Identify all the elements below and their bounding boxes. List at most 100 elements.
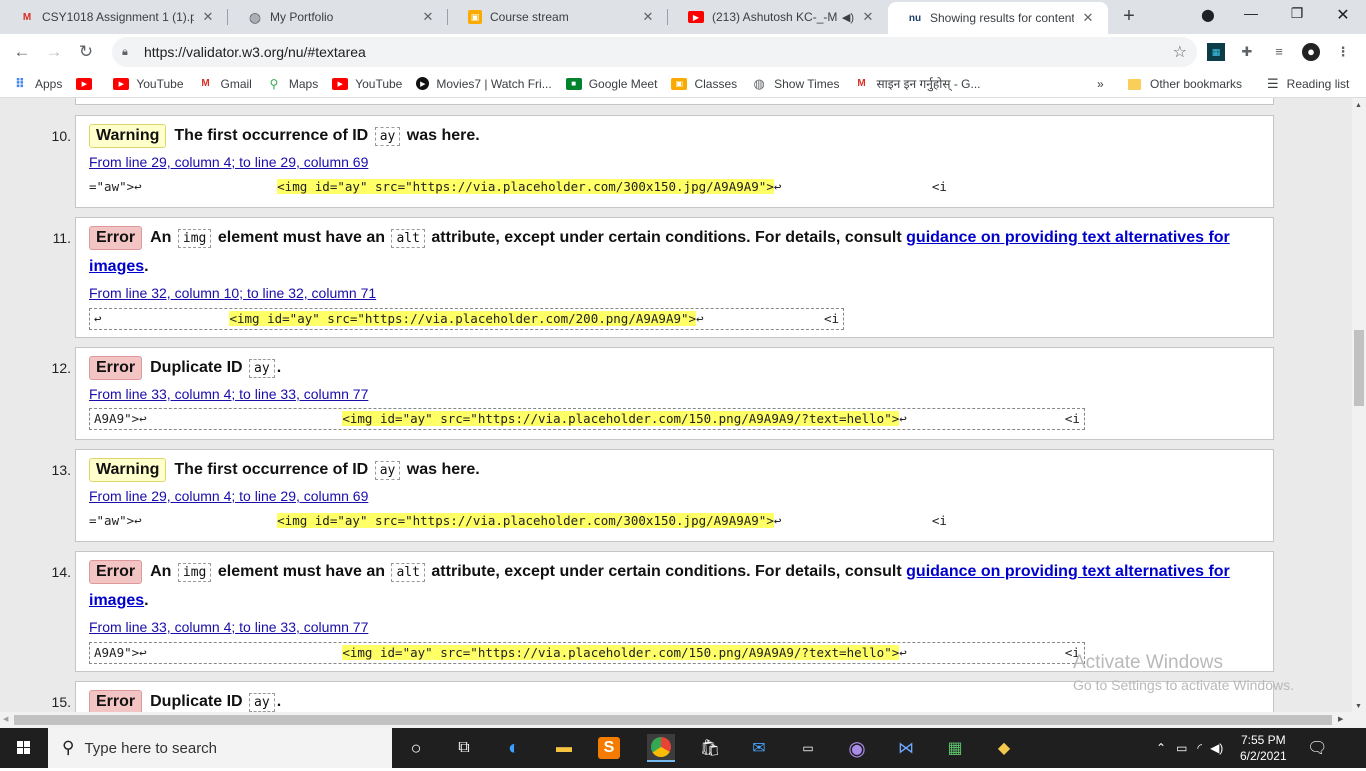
close-icon[interactable]: ✕ <box>640 9 656 25</box>
message-text-part: The first occurrence of ID <box>174 461 369 478</box>
reload-icon[interactable]: ↻ <box>76 42 96 62</box>
avatar[interactable]: ● <box>1302 43 1320 61</box>
tab-title: My Portfolio <box>270 10 334 24</box>
chevron-up-icon[interactable]: ⌃ <box>1156 741 1166 755</box>
youtube-icon: ▶ <box>113 77 130 90</box>
bookmark-gmail-signin[interactable]: M साइन इन गर्नुहोस् - G... <box>853 75 980 92</box>
bookmark-apps[interactable]: ⠿ Apps <box>12 75 62 91</box>
apps-grid-icon: ⠿ <box>14 75 26 91</box>
other-bookmarks[interactable]: Other bookmarks <box>1128 70 1242 98</box>
search-placeholder: Type here to search <box>84 739 218 757</box>
mail-icon[interactable]: ✉ <box>745 734 773 762</box>
clock[interactable]: 7:55 PM 6/2/2021 <box>1233 732 1293 764</box>
bookmark-label: Classes <box>694 76 738 91</box>
bookmark-youtube[interactable]: ▶ YouTube <box>113 77 184 91</box>
scroll-down-arrow-icon[interactable]: ▼ <box>1355 703 1362 710</box>
file-explorer-icon[interactable]: ▬ <box>550 734 578 762</box>
location-link[interactable]: From line 29, column 4; to line 29, colu… <box>89 488 368 504</box>
back-arrow-icon[interactable]: ← <box>12 42 32 62</box>
terminal-icon[interactable]: ▭ <box>794 734 822 762</box>
close-icon[interactable]: ✕ <box>200 9 216 25</box>
scroll-left-arrow-icon[interactable]: ◀ <box>3 715 8 723</box>
url-input[interactable] <box>144 44 1044 60</box>
bookmark-movies7[interactable]: ▶ Movies7 | Watch Fri... <box>416 77 552 91</box>
new-tab-button[interactable]: + <box>1119 6 1139 27</box>
close-window-button[interactable]: ✕ <box>1323 5 1363 25</box>
bookmark-star-icon[interactable]: ☆ <box>1173 42 1187 62</box>
reading-list[interactable]: ☰ Reading list <box>1267 70 1349 98</box>
horizontal-scrollbar[interactable]: ◀ ▶ <box>0 712 1366 728</box>
lock-icon[interactable]: 🔒︎ <box>122 46 134 59</box>
tab-course-stream[interactable]: ▣ Course stream ✕ <box>448 0 668 34</box>
bookmark-gmail[interactable]: M Gmail <box>198 77 252 91</box>
close-icon[interactable]: ✕ <box>1080 10 1096 26</box>
cortana-icon[interactable]: ○ <box>402 734 430 762</box>
restore-button[interactable]: ❐ <box>1277 5 1317 22</box>
windows-logo-icon <box>17 741 30 754</box>
location-link[interactable]: From line 33, column 4; to line 33, colu… <box>89 619 368 635</box>
speaker-icon[interactable]: ◀) <box>842 11 854 24</box>
other-bookmarks-label: Other bookmarks <box>1150 77 1243 91</box>
volume-icon[interactable]: ◀) <box>1210 741 1223 755</box>
tab-youtube[interactable]: ▶ (213) Ashutosh KC-_-May ◀) ✕ <box>668 0 888 34</box>
battery-icon[interactable]: ▭ <box>1176 741 1187 755</box>
wifi-icon[interactable]: ◜ <box>1197 741 1202 755</box>
start-button[interactable] <box>0 728 48 768</box>
scroll-up-arrow-icon[interactable]: ▲ <box>1355 102 1362 109</box>
youtube-icon: ▶ <box>332 77 349 90</box>
store-icon[interactable]: 🛍︎ <box>696 734 724 762</box>
task-view-icon[interactable]: ⧉ <box>450 734 478 762</box>
bookmark-show-times[interactable]: ◍ Show Times <box>751 76 840 91</box>
sublime-icon[interactable]: S <box>598 737 620 759</box>
message-text: Error An img element must have an alt att… <box>89 224 1259 281</box>
media-control-icon[interactable]: ≡ <box>1270 43 1288 61</box>
message-number: 13. <box>51 462 71 478</box>
message-number: 12. <box>51 360 71 376</box>
tab-portfolio[interactable]: ◍ My Portfolio ✕ <box>228 0 448 34</box>
bookmark-youtube-icon-only[interactable]: ▶ <box>76 77 99 90</box>
taskbar-search[interactable]: ⚲ Type here to search <box>48 728 392 768</box>
vscode-icon[interactable]: ⋈ <box>892 734 920 762</box>
message-text-part: attribute, except under certain conditio… <box>431 563 902 580</box>
spreadsheet-icon[interactable]: ▦ <box>941 734 969 762</box>
tab-search-icon[interactable]: ⬤ <box>1188 8 1228 22</box>
bookmark-google-meet[interactable]: ■ Google Meet <box>565 77 657 91</box>
notification-icon[interactable]: 🗨︎ <box>1307 738 1327 758</box>
bookmark-label: YouTube <box>355 76 403 91</box>
close-icon[interactable]: ✕ <box>860 9 876 25</box>
location-link[interactable]: From line 32, column 10; to line 32, col… <box>89 285 376 301</box>
scrollbar-thumb[interactable] <box>14 715 1332 725</box>
scrollbar-thumb[interactable] <box>1354 330 1364 406</box>
tab-assignment[interactable]: M CSY1018 Assignment 1 (1).pd ✕ <box>0 0 228 34</box>
chrome-icon[interactable] <box>647 734 675 762</box>
github-icon[interactable]: ◉ <box>843 734 871 762</box>
bookmark-classes[interactable]: ▣ Classes <box>671 77 737 91</box>
git-icon[interactable]: ◆ <box>990 734 1018 762</box>
message-number: 15. <box>51 694 71 710</box>
vertical-scrollbar[interactable]: ▲ ▼ <box>1352 98 1366 712</box>
message-card: Error An img element must have an alt att… <box>75 217 1274 338</box>
tab-validator[interactable]: nu Showing results for contents ✕ <box>888 2 1108 34</box>
message-text-part: An <box>150 563 172 580</box>
classroom-icon: ▣ <box>468 10 482 24</box>
location-link[interactable]: From line 29, column 4; to line 29, colu… <box>89 154 368 170</box>
extract: ↩ <img id="ay" src="https://via.placehol… <box>89 308 845 330</box>
bookmark-maps[interactable]: ⚲ Maps <box>266 77 318 91</box>
message-text-part: was here. <box>406 127 480 144</box>
close-icon[interactable]: ✕ <box>420 9 436 25</box>
forward-arrow-icon[interactable]: → <box>44 42 64 62</box>
bookmarks-overflow-button[interactable]: » <box>1097 70 1104 98</box>
bookmark-youtube-2[interactable]: ▶ YouTube <box>332 77 402 91</box>
message-card: Warning The first occurrence of ID ay was… <box>75 115 1274 208</box>
error-badge: Error <box>89 356 143 380</box>
bookmark-label: Show Times <box>774 76 840 91</box>
address-bar[interactable]: 🔒︎ ☆ <box>112 37 1197 67</box>
scroll-right-arrow-icon[interactable]: ▶ <box>1338 715 1343 723</box>
extension-icon[interactable]: ▦ <box>1207 43 1225 61</box>
location-link[interactable]: From line 33, column 4; to line 33, colu… <box>89 386 368 402</box>
minimize-button[interactable]: — <box>1231 5 1271 21</box>
puzzle-icon[interactable]: ✚ <box>1238 43 1256 61</box>
reading-list-label: Reading list <box>1286 77 1350 91</box>
menu-kebab-icon[interactable]: ⋮ <box>1334 43 1352 61</box>
edge-icon[interactable]: ◐ <box>500 734 528 762</box>
